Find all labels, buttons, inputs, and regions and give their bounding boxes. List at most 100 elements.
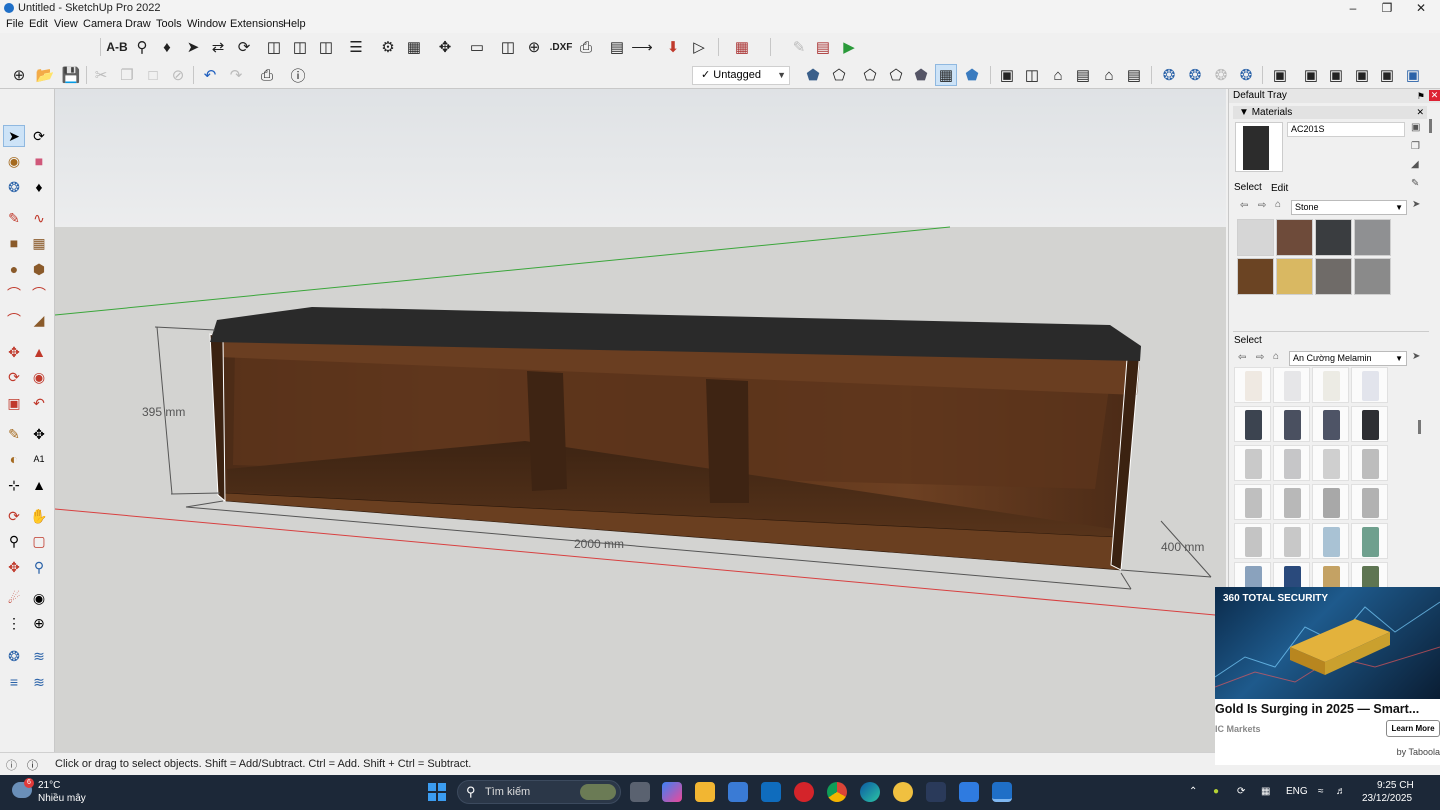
- model-viewport[interactable]: 395 mm 2000 mm 400 mm: [55, 89, 1226, 752]
- tray-close-icon[interactable]: ✕: [1429, 90, 1440, 101]
- line-tool-icon[interactable]: ✎: [3, 207, 25, 229]
- layer-icon-3[interactable]: ▣: [1325, 64, 1347, 86]
- menu-help[interactable]: Help: [283, 18, 306, 30]
- stone-swatch[interactable]: [1354, 258, 1391, 295]
- section-icon[interactable]: ▦: [731, 36, 753, 58]
- rectangle-icon[interactable]: ▭: [466, 36, 488, 58]
- pie-tool-icon[interactable]: ◢: [28, 309, 50, 331]
- melamine-swatch[interactable]: [1312, 484, 1349, 520]
- stone-swatch[interactable]: [1237, 219, 1274, 256]
- hidden-line-icon[interactable]: ⬠: [885, 64, 907, 86]
- search-icon[interactable]: ⚲: [131, 36, 153, 58]
- eraser-icon[interactable]: ■: [28, 150, 50, 172]
- tape-measure-icon[interactable]: ✎: [3, 423, 25, 445]
- melamine-swatch[interactable]: [1273, 484, 1310, 520]
- rotated-rect-tool-icon[interactable]: ▦: [28, 232, 50, 254]
- columns-icon[interactable]: ☰: [345, 36, 367, 58]
- sandbox-icon[interactable]: ≋: [28, 645, 50, 667]
- xray-icon[interactable]: ⬟: [802, 64, 824, 86]
- align-icon-3[interactable]: ◫: [315, 36, 337, 58]
- tab-edit[interactable]: Edit: [1271, 183, 1288, 194]
- scale-tool-icon[interactable]: ▣: [3, 392, 25, 414]
- melamine-swatch[interactable]: [1273, 406, 1310, 442]
- layer-icon-6[interactable]: ▣: [1402, 64, 1424, 86]
- geo-location-icon[interactable]: ⓘ: [6, 757, 17, 773]
- erase-icon[interactable]: ⊘: [167, 64, 189, 86]
- create-material-icon[interactable]: ❐: [1411, 141, 1420, 152]
- copilot-icon[interactable]: [662, 782, 682, 802]
- rotate-tool-icon[interactable]: ⟳: [3, 366, 25, 388]
- back-arrow-icon[interactable]: ⇦: [1240, 200, 1248, 211]
- dxf-export-button[interactable]: .DXF: [547, 36, 575, 58]
- component-icon-2[interactable]: ❂: [1184, 64, 1206, 86]
- component-icon-4[interactable]: ❂: [1235, 64, 1257, 86]
- zoom-icon[interactable]: ⚲: [3, 530, 25, 552]
- melamine-swatch[interactable]: [1351, 367, 1388, 403]
- select-arrow-icon[interactable]: ➤: [182, 36, 204, 58]
- zoom-window-icon[interactable]: ▢: [28, 530, 50, 552]
- stone-swatch[interactable]: [1276, 219, 1313, 256]
- cabinet-icon[interactable]: ▤: [606, 36, 628, 58]
- menu-draw[interactable]: Draw: [125, 18, 151, 30]
- save-icon[interactable]: 💾: [60, 64, 82, 86]
- melamine-swatch[interactable]: [1273, 523, 1310, 559]
- clock-date[interactable]: 23/12/2025: [1362, 793, 1412, 804]
- text-tool-icon[interactable]: A1: [28, 448, 50, 470]
- menu-camera[interactable]: Camera: [83, 18, 122, 30]
- ab-tool-button[interactable]: A-B: [104, 36, 130, 58]
- freehand-tool-icon[interactable]: ∿: [28, 207, 50, 229]
- layer-icon-1[interactable]: ▣: [1269, 64, 1291, 86]
- melamine-swatch[interactable]: [1312, 523, 1349, 559]
- melamine-swatch[interactable]: [1234, 484, 1271, 520]
- opera-icon[interactable]: [794, 782, 814, 802]
- flip-icon[interactable]: ⇄: [207, 36, 229, 58]
- top-view-icon[interactable]: ◫: [1021, 64, 1043, 86]
- panel-layout-icon[interactable]: ◫: [497, 36, 519, 58]
- component-icon-1[interactable]: ❂: [1158, 64, 1180, 86]
- menu-edit[interactable]: Edit: [29, 18, 48, 30]
- new-file-icon[interactable]: ⊕: [8, 64, 30, 86]
- maximize-button[interactable]: ❐: [1370, 0, 1404, 17]
- 2pt-arc-tool-icon[interactable]: ⌒: [28, 283, 50, 305]
- move-tool-icon[interactable]: ✥: [3, 341, 25, 363]
- menu-file[interactable]: File: [6, 18, 24, 30]
- orbit-tool-icon[interactable]: ⟳: [28, 125, 50, 147]
- details-arrow-icon[interactable]: ➤: [1412, 199, 1420, 210]
- melamine-swatch[interactable]: [1234, 445, 1271, 481]
- melamine-swatch[interactable]: [1273, 445, 1310, 481]
- print-icon[interactable]: ⎙: [256, 64, 278, 86]
- pin-icon[interactable]: ⚑: [1417, 89, 1425, 103]
- close-button[interactable]: ✕: [1404, 0, 1438, 17]
- copy-icon[interactable]: ❐: [116, 64, 138, 86]
- ad-popup[interactable]: 360 TOTAL SECURITY Gold Is Surging in 20…: [1215, 587, 1440, 765]
- pan-hand-icon[interactable]: ✋: [28, 505, 50, 527]
- back-edges-icon[interactable]: ⬠: [828, 64, 850, 86]
- windows-start-icon[interactable]: [428, 783, 446, 801]
- materials-panel-header[interactable]: ▼ Materials ✕: [1233, 106, 1427, 119]
- edge-icon[interactable]: [860, 782, 880, 802]
- terrain-icon[interactable]: ≋: [28, 671, 50, 693]
- clock-time[interactable]: 9:25 CH: [1377, 780, 1414, 791]
- material-name-field[interactable]: AC201S: [1287, 122, 1405, 137]
- component-icon-3[interactable]: ❂: [1210, 64, 1232, 86]
- look-around-eye-icon[interactable]: ◉: [28, 587, 50, 609]
- melamine-swatch[interactable]: [1234, 523, 1271, 559]
- weather-description[interactable]: Nhiều mây: [38, 793, 86, 804]
- rectangle-tool-icon[interactable]: ■: [3, 232, 25, 254]
- tray-scrollbar-thumb[interactable]: [1418, 420, 1421, 434]
- menu-tools[interactable]: Tools: [156, 18, 182, 30]
- minimize-button[interactable]: –: [1336, 0, 1370, 17]
- layer-icon-5[interactable]: ▣: [1376, 64, 1398, 86]
- zoom-extents-icon[interactable]: ✥: [3, 556, 25, 578]
- ad-attribution[interactable]: by Taboola: [1397, 747, 1440, 757]
- circle-tool-icon[interactable]: ●: [3, 258, 25, 280]
- tray-app-icon-3[interactable]: ▦: [1261, 786, 1270, 797]
- 3pt-arc-tool-icon[interactable]: ⌒: [3, 309, 25, 331]
- language-indicator[interactable]: ENG: [1286, 786, 1308, 797]
- chevron-up-icon[interactable]: ⌃: [1189, 786, 1197, 797]
- push-pull-tool-icon[interactable]: ▲: [28, 341, 50, 363]
- gear-icon[interactable]: ⚙: [377, 36, 399, 58]
- follow-me-tool-icon[interactable]: ◉: [28, 366, 50, 388]
- wireframe-icon[interactable]: ⬠: [859, 64, 881, 86]
- position-camera-icon[interactable]: ☄: [3, 587, 25, 609]
